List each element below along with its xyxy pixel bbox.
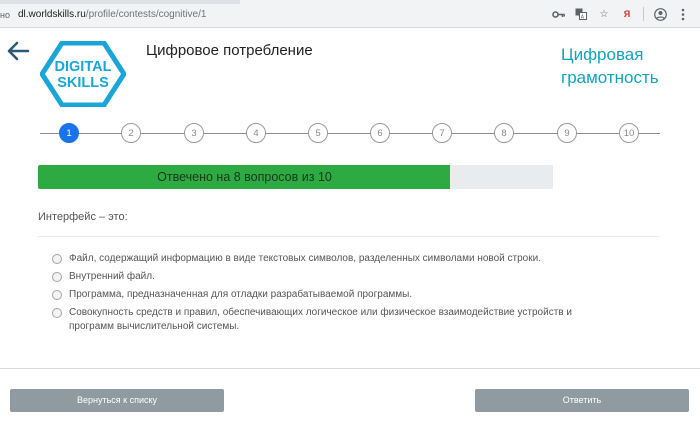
page-title: Цифровое потребление (146, 42, 313, 59)
answer-option-label: Программа, предназначенная для отладки р… (69, 289, 413, 300)
step-8[interactable]: 8 (494, 123, 514, 143)
answer-option-4[interactable]: Совокупность средств и правил, обеспечив… (52, 306, 612, 334)
browser-nav-fragment: но (0, 10, 10, 20)
answer-progress-bar: Отвечено на 8 вопросов из 10 (38, 165, 553, 189)
url-path: /profile/contests/cognitive/1 (85, 9, 207, 20)
key-icon[interactable] (551, 7, 565, 21)
step-10[interactable]: 10 (619, 123, 639, 143)
answer-option-3[interactable]: Программа, предназначенная для отладки р… (52, 288, 612, 302)
step-6[interactable]: 6 (370, 123, 390, 143)
browser-tab-strip (0, 0, 240, 4)
logo-text-digital: DIGITAL (55, 59, 112, 75)
answer-option-label: Совокупность средств и правил, обеспечив… (69, 307, 572, 332)
step-7[interactable]: 7 (432, 123, 452, 143)
yandex-extension-label: Я (623, 9, 631, 19)
radio-button[interactable] (52, 290, 62, 300)
step-3[interactable]: 3 (184, 123, 204, 143)
submit-answer-button[interactable]: Ответить (475, 389, 689, 412)
step-1[interactable]: 1 (59, 123, 79, 143)
step-9[interactable]: 9 (557, 123, 577, 143)
back-to-list-button[interactable]: Вернуться к списку (10, 389, 224, 412)
translate-icon[interactable]: A (574, 7, 588, 21)
question-text: Интерфейс – это: (38, 211, 128, 223)
step-4[interactable]: 4 (246, 123, 266, 143)
answer-option-1[interactable]: Файл, содержащий информацию в виде текст… (52, 252, 612, 266)
step-5[interactable]: 5 (308, 123, 328, 143)
menu-dots-icon[interactable] (676, 7, 690, 21)
logo-text-skills: SKILLS (57, 75, 109, 91)
browser-icons: A ☆ Я (551, 6, 690, 22)
address-bar[interactable]: dl.worldskills.ru/profile/contests/cogni… (18, 9, 206, 20)
yandex-extension-icon[interactable]: Я (620, 7, 634, 21)
toolbar-separator (643, 7, 644, 21)
answer-option-label: Внутренний файл. (69, 271, 155, 282)
digital-skills-logo: DIGITAL SKILLS (40, 41, 126, 107)
url-domain: dl.worldskills.ru (18, 9, 86, 20)
answer-options: Файл, содержащий информацию в виде текст… (52, 252, 612, 338)
browser-toolbar: но dl.worldskills.ru/profile/contests/co… (0, 0, 700, 28)
step-2[interactable]: 2 (121, 123, 141, 143)
account-icon[interactable] (653, 7, 667, 21)
answer-option-2[interactable]: Внутренний файл. (52, 270, 612, 284)
section-title: Цифровая грамотность (561, 45, 659, 87)
back-arrow-icon[interactable] (6, 40, 30, 62)
footer-divider (0, 368, 700, 369)
radio-button[interactable] (52, 308, 62, 318)
radio-button[interactable] (52, 272, 62, 282)
radio-button[interactable] (52, 254, 62, 264)
question-divider (38, 236, 660, 237)
bookmark-star-icon[interactable]: ☆ (597, 7, 611, 21)
answer-option-label: Файл, содержащий информацию в виде текст… (69, 253, 541, 264)
progress-label: Отвечено на 8 вопросов из 10 (157, 170, 332, 184)
